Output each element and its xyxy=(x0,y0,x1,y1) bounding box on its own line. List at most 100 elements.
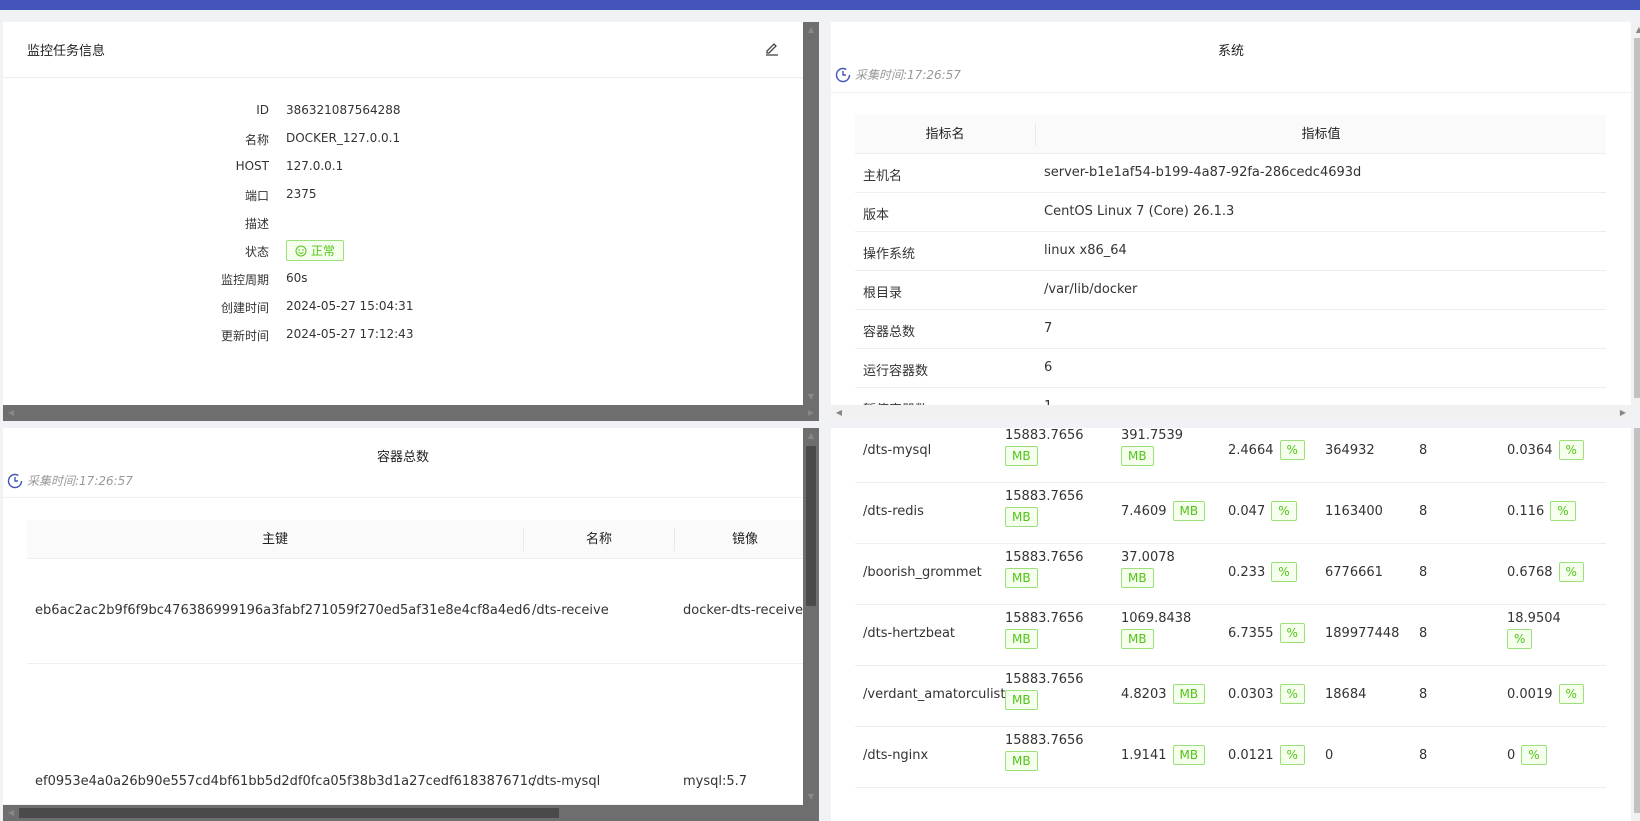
cpu-percent: 0.0364% xyxy=(1507,440,1584,460)
memory-usage-value: 391.7539 xyxy=(1121,428,1184,443)
memory-percent: 0.233% xyxy=(1228,562,1297,582)
table-header: 主键 名称 镜像 xyxy=(27,520,803,559)
metric-name: 容器总数 xyxy=(863,325,916,340)
system-panel: 系统 采集时间:17:26:57 指标名 指标值 主机名 server-b1e1a… xyxy=(831,22,1631,405)
column-header: 名称 xyxy=(585,532,612,547)
vertical-scrollbar[interactable]: ▲ ▼ xyxy=(803,428,819,805)
cpu-percent: 0.116% xyxy=(1507,501,1576,521)
unit-badge: MB xyxy=(1005,568,1038,588)
scroll-up-icon[interactable]: ▲ xyxy=(803,22,819,38)
scroll-thumb[interactable] xyxy=(1634,428,1640,813)
unit-badge: MB xyxy=(1005,690,1038,710)
scroll-left-icon[interactable]: ◀ xyxy=(831,405,847,421)
memory-percent: 0.047% xyxy=(1228,501,1297,521)
container-name: /dts-redis xyxy=(863,504,924,519)
container-name: /verdant_amatorculist xyxy=(863,687,1006,702)
cpu-percent: 0% xyxy=(1507,745,1547,765)
scroll-right-icon[interactable]: ▶ xyxy=(803,405,819,421)
scroll-thumb[interactable] xyxy=(1634,38,1640,398)
metric-name: 主机名 xyxy=(863,169,903,184)
table-row: eb6ac2ac2b9f6f9bc476386999196a3fabf27105… xyxy=(27,559,803,664)
scroll-thumb[interactable] xyxy=(806,446,816,606)
status-tag: 正常 xyxy=(286,240,345,261)
status-badge: 正常 xyxy=(286,240,345,261)
table-header: 指标名 指标值 xyxy=(855,115,1606,154)
container-name: /dts-nginx xyxy=(863,748,929,763)
metric-name: 版本 xyxy=(863,208,890,223)
table-row: 运行容器数 6 xyxy=(855,349,1606,388)
table-row: /dts-hertzbeat 15883.7656 MB 1069.8438 MB 6.7… xyxy=(855,605,1606,666)
metric-value: 6 xyxy=(1044,360,1053,375)
cpu-percent-value: 0.116 xyxy=(1507,504,1545,519)
metric-name: 运行容器数 xyxy=(863,364,929,379)
memory-usage-value: 1.9141 xyxy=(1121,748,1167,763)
cpu-percent: 0.6768% xyxy=(1507,562,1584,582)
vertical-scrollbar[interactable]: ▲ ▼ xyxy=(803,22,819,405)
memory-percent-value: 0.047 xyxy=(1228,504,1266,519)
scroll-down-icon[interactable]: ▼ xyxy=(803,389,819,405)
clock-icon xyxy=(7,473,23,488)
memory-percent: 6.7355% xyxy=(1228,623,1305,643)
scroll-up-icon[interactable]: ▲ xyxy=(1631,22,1640,38)
scroll-thumb[interactable] xyxy=(19,808,559,818)
horizontal-scrollbar[interactable]: ◀ ▶ xyxy=(3,405,819,421)
memory-percent-value: 0.0121 xyxy=(1228,748,1274,763)
top-bar xyxy=(0,0,1640,10)
panel-title: 容器总数 xyxy=(376,450,429,465)
vertical-scrollbar[interactable]: ▲ xyxy=(1631,22,1640,405)
unit-badge: MB xyxy=(1121,568,1154,588)
field-label: 端口 xyxy=(244,189,269,203)
field-label: 名称 xyxy=(244,133,269,147)
scroll-up-icon[interactable]: ▲ xyxy=(803,428,819,444)
unit-badge: % xyxy=(1507,629,1533,649)
scroll-left-icon[interactable]: ◀ xyxy=(3,405,19,421)
horizontal-scrollbar[interactable]: ◀ xyxy=(3,805,819,821)
unit-badge: MB xyxy=(1005,507,1038,527)
memory-usage: 4.8203 MB xyxy=(1121,684,1206,704)
field-label: 创建时间 xyxy=(220,301,269,315)
scroll-left-icon[interactable]: ◀ xyxy=(3,805,19,821)
memory-limit-value: 15883.7656 xyxy=(1005,611,1084,626)
table-row: 操作系统 linux x86_64 xyxy=(855,232,1606,271)
column-header: 指标值 xyxy=(1301,127,1341,142)
unit-badge: % xyxy=(1279,623,1305,643)
container-name: /dts-mysql xyxy=(863,443,932,458)
memory-limit: 15883.7656 MB xyxy=(1005,733,1084,771)
table-row: ef0953e4a0a26b90e557cd4bf61bb5d2df0fca05… xyxy=(27,664,803,804)
memory-percent: 0.0121% xyxy=(1228,745,1305,765)
field-label: HOST xyxy=(235,159,269,173)
container-name: /dts-mysql xyxy=(532,774,601,789)
table-row: /dts-mysql 15883.7656 MB 391.7539 MB 2.4664% 3… xyxy=(855,428,1606,483)
memory-percent-value: 0.0303 xyxy=(1228,687,1274,702)
memory-limit: 15883.7656 MB xyxy=(1005,672,1084,710)
table-row: /dts-redis 15883.7656 MB 7.4609 MB 0.047% 1163… xyxy=(855,483,1606,544)
column-header: 指标名 xyxy=(925,127,965,142)
container-image: mysql:5.7 xyxy=(683,774,748,789)
table-row: 容器总数 7 xyxy=(855,310,1606,349)
panel-header: 监控任务信息 xyxy=(3,22,803,78)
divider xyxy=(3,497,803,498)
horizontal-scrollbar[interactable]: ◀ ▶ xyxy=(831,405,1631,421)
container-image: docker-dts-receive xyxy=(683,603,803,618)
collect-time: 采集时间:17:26:57 xyxy=(7,472,133,489)
scroll-right-icon[interactable]: ▶ xyxy=(1615,405,1631,421)
vertical-scrollbar[interactable] xyxy=(1631,428,1640,821)
memory-limit-value: 15883.7656 xyxy=(1005,428,1084,443)
table-row: 暂停容器数1 xyxy=(855,388,1606,405)
field-value: 2024-05-27 15:04:31 xyxy=(286,299,414,313)
metric-value: linux x86_64 xyxy=(1044,243,1127,258)
field-label: 更新时间 xyxy=(220,329,269,343)
io-value: 364932 xyxy=(1325,443,1375,458)
unit-badge: MB xyxy=(1121,446,1154,466)
cpu-percent-value: 0.6768 xyxy=(1507,565,1553,580)
scroll-down-icon[interactable]: ▼ xyxy=(803,789,819,805)
collect-time: 采集时间:17:26:57 xyxy=(835,66,961,83)
memory-limit-value: 15883.7656 xyxy=(1005,672,1084,687)
field-label: 描述 xyxy=(244,217,269,231)
io-value: 6776661 xyxy=(1325,565,1383,580)
edit-icon[interactable] xyxy=(763,40,781,58)
metric-value: server-b1e1af54-b199-4a87-92fa-286cedc46… xyxy=(1044,165,1362,180)
unit-badge: % xyxy=(1521,745,1547,765)
column-header: 镜像 xyxy=(731,532,758,547)
memory-usage: 391.7539 MB xyxy=(1121,428,1183,466)
